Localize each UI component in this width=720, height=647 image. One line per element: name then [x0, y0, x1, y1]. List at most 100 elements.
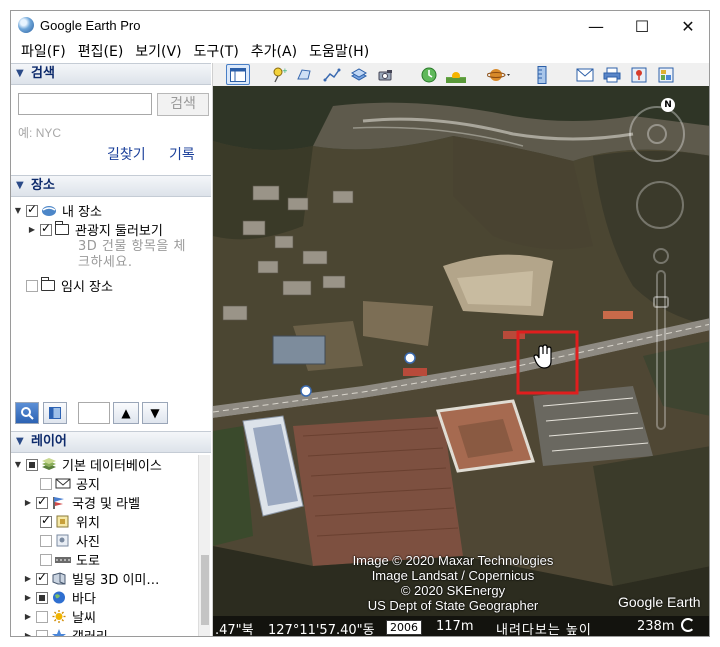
planet-icon: [487, 68, 510, 81]
layer-label: 공지: [76, 478, 100, 493]
clock-icon: [421, 67, 437, 82]
street-view-pegman[interactable]: [653, 248, 669, 264]
menu-edit[interactable]: 편집(E): [72, 41, 130, 63]
menu-file[interactable]: 파일(F): [11, 41, 72, 63]
north-indicator[interactable]: N: [661, 98, 675, 112]
polygon-icon: [297, 68, 311, 79]
layer-item-weather[interactable]: ▶ 날씨: [23, 607, 96, 626]
tree-item-tour[interactable]: ▶ 관광지 둘러보기: [27, 220, 163, 240]
checkbox[interactable]: [36, 610, 48, 623]
expand-icon[interactable]: ▼: [13, 206, 23, 215]
latitude-readout: .47"북: [215, 623, 254, 637]
expand-icon[interactable]: ▶: [23, 498, 33, 507]
expand-icon[interactable]: ▶: [23, 574, 33, 583]
checkbox[interactable]: [36, 494, 48, 509]
overlay-icon: [350, 67, 368, 81]
map-view[interactable]: N Image © 2020 Maxar Technologies Image …: [213, 86, 709, 637]
layer-item-borders[interactable]: ▶ 국경 및 라벨: [23, 493, 141, 513]
zoom-slider[interactable]: [656, 270, 666, 430]
search-button[interactable]: 검색: [157, 93, 209, 116]
expand-icon[interactable]: ▶: [23, 631, 33, 636]
layer-label: 국경 및 라벨: [72, 497, 141, 512]
move-down-button[interactable]: ▼: [142, 402, 168, 424]
checkbox[interactable]: [36, 629, 48, 636]
ruler-button[interactable]: [530, 64, 554, 85]
checkbox[interactable]: [40, 513, 52, 528]
google-earth-logo: Google Earth: [618, 594, 701, 610]
sunlight-button[interactable]: [444, 64, 468, 85]
print-button[interactable]: [600, 64, 624, 85]
collapse-icon: ▼: [16, 180, 24, 191]
checkbox[interactable]: [36, 591, 48, 604]
expand-icon[interactable]: ▶: [23, 593, 33, 602]
checkbox[interactable]: [26, 458, 38, 471]
tree-item-primary-db[interactable]: ▼ 기본 데이터베이스: [13, 455, 162, 474]
sidebar: ▼ 검색 검색 예: NYC 길찾기 기록 ▼ 장소 ▼ 내 장소 ▶ 관광지 …: [11, 63, 213, 636]
search-input[interactable]: [18, 93, 152, 115]
historical-imagery-button[interactable]: [417, 64, 441, 85]
folder-icon: [55, 221, 69, 235]
checkbox[interactable]: [40, 477, 52, 490]
folder-icon: [41, 277, 55, 291]
record-tour-button[interactable]: [374, 64, 398, 85]
tree-item-temp-places[interactable]: 임시 장소: [23, 276, 113, 295]
maximize-button[interactable]: ☐: [619, 11, 665, 41]
email-button[interactable]: [573, 64, 597, 85]
expand-icon[interactable]: ▼: [13, 460, 23, 469]
expand-icon[interactable]: ▶: [23, 612, 33, 621]
save-image-button[interactable]: [654, 64, 678, 85]
checkbox[interactable]: [40, 553, 52, 566]
scrollbar-thumb[interactable]: [201, 555, 209, 625]
expand-icon[interactable]: ▶: [27, 225, 37, 234]
add-path-button[interactable]: [320, 64, 344, 85]
menu-tools[interactable]: 도구(T): [188, 41, 245, 63]
google-earth-icon: [18, 17, 34, 33]
eye-alt-label: 내려다보는 높이: [496, 623, 592, 637]
checkbox[interactable]: [36, 570, 48, 585]
layer-item-gallery[interactable]: ▶ 갤러리: [23, 626, 108, 636]
ruler-icon: [537, 65, 547, 84]
sidebar-toggle-button[interactable]: [226, 64, 250, 85]
directions-link[interactable]: 길찾기: [107, 144, 146, 164]
printer-icon: [603, 67, 621, 82]
add-placemark-button[interactable]: +: [266, 64, 290, 85]
place-marker-icon: [56, 515, 69, 528]
add-overlay-button[interactable]: [347, 64, 371, 85]
layer-item-places[interactable]: 위치: [37, 512, 100, 531]
my-places-icon: [42, 206, 56, 216]
add-polygon-button[interactable]: [293, 64, 317, 85]
move-joystick[interactable]: [636, 181, 684, 229]
layers-scrollbar[interactable]: [198, 455, 210, 636]
places-panel-header[interactable]: ▼ 장소: [11, 175, 211, 197]
move-up-button[interactable]: ▲: [113, 402, 139, 424]
checkbox[interactable]: [40, 534, 52, 547]
tree-item-my-places[interactable]: ▼ 내 장소: [13, 201, 102, 221]
layer-item-roads[interactable]: 도로: [37, 550, 100, 569]
search-hint: 예: NYC: [18, 126, 62, 140]
search-places-button[interactable]: [15, 402, 39, 424]
primary-db-label: 기본 데이터베이스: [62, 459, 162, 474]
panel-toggle-button[interactable]: [43, 402, 67, 424]
search-panel-header[interactable]: ▼ 검색: [11, 63, 211, 85]
layer-item-ocean[interactable]: ▶ 바다: [23, 588, 96, 607]
menu-help[interactable]: 도움말(H): [303, 41, 375, 63]
layer-item-notice[interactable]: 공지: [37, 474, 100, 493]
history-link[interactable]: 기록: [169, 144, 195, 164]
look-joystick[interactable]: [647, 124, 667, 144]
panel-icon: [49, 407, 61, 419]
layers-panel-header[interactable]: ▼ 레이어: [11, 431, 211, 453]
title-bar: Google Earth Pro — ☐ ✕: [11, 11, 709, 41]
switch-sky-button[interactable]: [485, 64, 515, 85]
view-in-maps-button[interactable]: [627, 64, 651, 85]
menu-view[interactable]: 보기(V): [129, 41, 187, 63]
places-filter-field[interactable]: [78, 402, 110, 424]
minimize-button[interactable]: —: [573, 11, 619, 41]
layer-item-3d-buildings[interactable]: ▶ 빌딩 3D 이미…: [23, 569, 159, 589]
layer-item-photos[interactable]: 사진: [37, 531, 100, 550]
checkbox[interactable]: [26, 279, 38, 292]
checkbox[interactable]: [40, 221, 52, 236]
zoom-slider-thumb[interactable]: [653, 296, 669, 308]
close-button[interactable]: ✕: [665, 11, 709, 41]
menu-add[interactable]: 추가(A): [245, 41, 303, 63]
checkbox[interactable]: [26, 202, 38, 217]
